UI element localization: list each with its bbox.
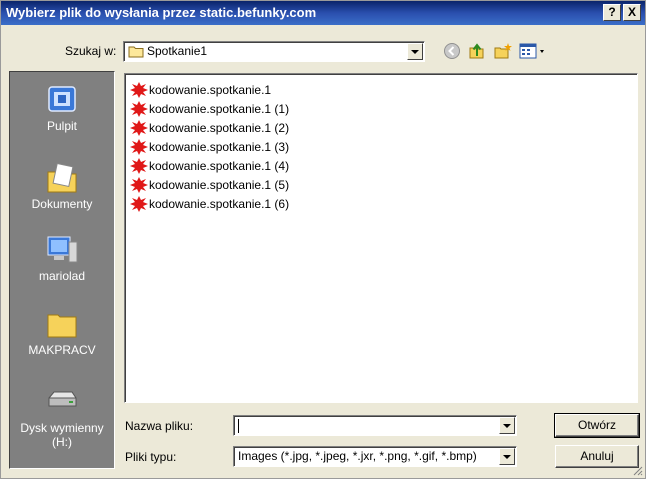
list-item[interactable]: kodowanie.spotkanie.1 (4) — [130, 157, 289, 175]
close-button[interactable]: X — [623, 4, 641, 21]
file-open-dialog: Wybierz plik do wysłania przez static.be… — [0, 0, 646, 479]
documents-icon — [45, 162, 79, 194]
list-item[interactable]: kodowanie.spotkanie.1 (1) — [130, 100, 289, 118]
filetype-dropdown-button[interactable] — [499, 448, 515, 465]
chevron-down-icon — [503, 423, 511, 428]
list-item[interactable]: kodowanie.spotkanie.1 (2) — [130, 119, 289, 137]
new-folder-icon[interactable] — [492, 40, 514, 62]
removable-drive-icon — [45, 386, 79, 418]
list-item[interactable]: kodowanie.spotkanie.1 (6) — [130, 195, 289, 213]
file-type-icon — [130, 120, 148, 136]
back-icon[interactable] — [441, 40, 463, 62]
place-makpracv-label: MAKPRACV — [28, 343, 96, 357]
place-desktop[interactable]: Pulpit — [10, 84, 114, 133]
lookin-value: Spotkanie1 — [147, 44, 208, 58]
place-removable-drive-label: Dysk wymienny (H:) — [20, 421, 104, 449]
window-title: Wybierz plik do wysłania przez static.be… — [6, 5, 317, 20]
places-bar: Pulpit Dokumenty mariolad MAKPRACV Dysk … — [9, 71, 115, 469]
desktop-icon — [45, 84, 79, 116]
cancel-button[interactable]: Anuluj — [555, 445, 639, 468]
file-type-icon — [130, 82, 148, 98]
place-desktop-label: Pulpit — [46, 119, 78, 133]
filename-combo[interactable] — [233, 415, 517, 436]
lookin-dropdown-button[interactable] — [407, 43, 423, 60]
list-item[interactable]: kodowanie.spotkanie.1 — [130, 81, 271, 99]
file-name: kodowanie.spotkanie.1 (4) — [149, 159, 290, 173]
file-type-icon — [130, 101, 148, 117]
resize-grip-icon[interactable] — [631, 464, 643, 476]
place-makpracv[interactable]: MAKPRACV — [10, 308, 114, 357]
file-name: kodowanie.spotkanie.1 (1) — [149, 102, 290, 116]
lookin-combo[interactable]: Spotkanie1 — [123, 41, 425, 62]
place-removable-drive[interactable]: Dysk wymienny (H:) — [10, 386, 114, 449]
computer-icon — [45, 234, 79, 266]
place-computer-label: mariolad — [38, 269, 86, 283]
file-name: kodowanie.spotkanie.1 (5) — [149, 178, 290, 192]
filename-dropdown-button[interactable] — [499, 417, 515, 434]
chevron-down-icon — [503, 454, 511, 459]
list-item[interactable]: kodowanie.spotkanie.1 (5) — [130, 176, 289, 194]
filename-label: Nazwa pliku: — [125, 419, 194, 433]
file-type-icon — [130, 177, 148, 193]
file-type-icon — [130, 196, 148, 212]
lookin-label: Szukaj w: — [65, 44, 117, 58]
chevron-down-icon — [411, 49, 419, 54]
file-name: kodowanie.spotkanie.1 (2) — [149, 121, 290, 135]
open-button[interactable]: Otwórz — [554, 413, 640, 438]
file-list[interactable]: kodowanie.spotkanie.1 kodowanie.spotkani… — [124, 73, 638, 403]
filetype-combo[interactable]: Images (*.jpg, *.jpeg, *.jxr, *.png, *.g… — [233, 446, 517, 467]
up-folder-icon[interactable] — [466, 40, 488, 62]
file-name: kodowanie.spotkanie.1 — [149, 83, 272, 97]
filetype-value: Images (*.jpg, *.jpeg, *.jxr, *.png, *.g… — [238, 449, 477, 463]
place-documents-label: Dokumenty — [31, 197, 93, 211]
file-type-icon — [130, 158, 148, 174]
folder-icon — [45, 308, 79, 340]
file-name: kodowanie.spotkanie.1 (3) — [149, 140, 290, 154]
file-type-icon — [130, 139, 148, 155]
view-menu-icon[interactable] — [518, 40, 548, 62]
help-button[interactable]: ? — [603, 4, 621, 21]
folder-icon — [128, 45, 144, 61]
place-computer[interactable]: mariolad — [10, 234, 114, 283]
filetype-label: Pliki typu: — [125, 450, 177, 464]
file-name: kodowanie.spotkanie.1 (6) — [149, 197, 290, 211]
text-cursor — [238, 419, 239, 433]
title-bar[interactable]: Wybierz plik do wysłania przez static.be… — [1, 1, 645, 25]
list-item[interactable]: kodowanie.spotkanie.1 (3) — [130, 138, 289, 156]
place-documents[interactable]: Dokumenty — [10, 162, 114, 211]
